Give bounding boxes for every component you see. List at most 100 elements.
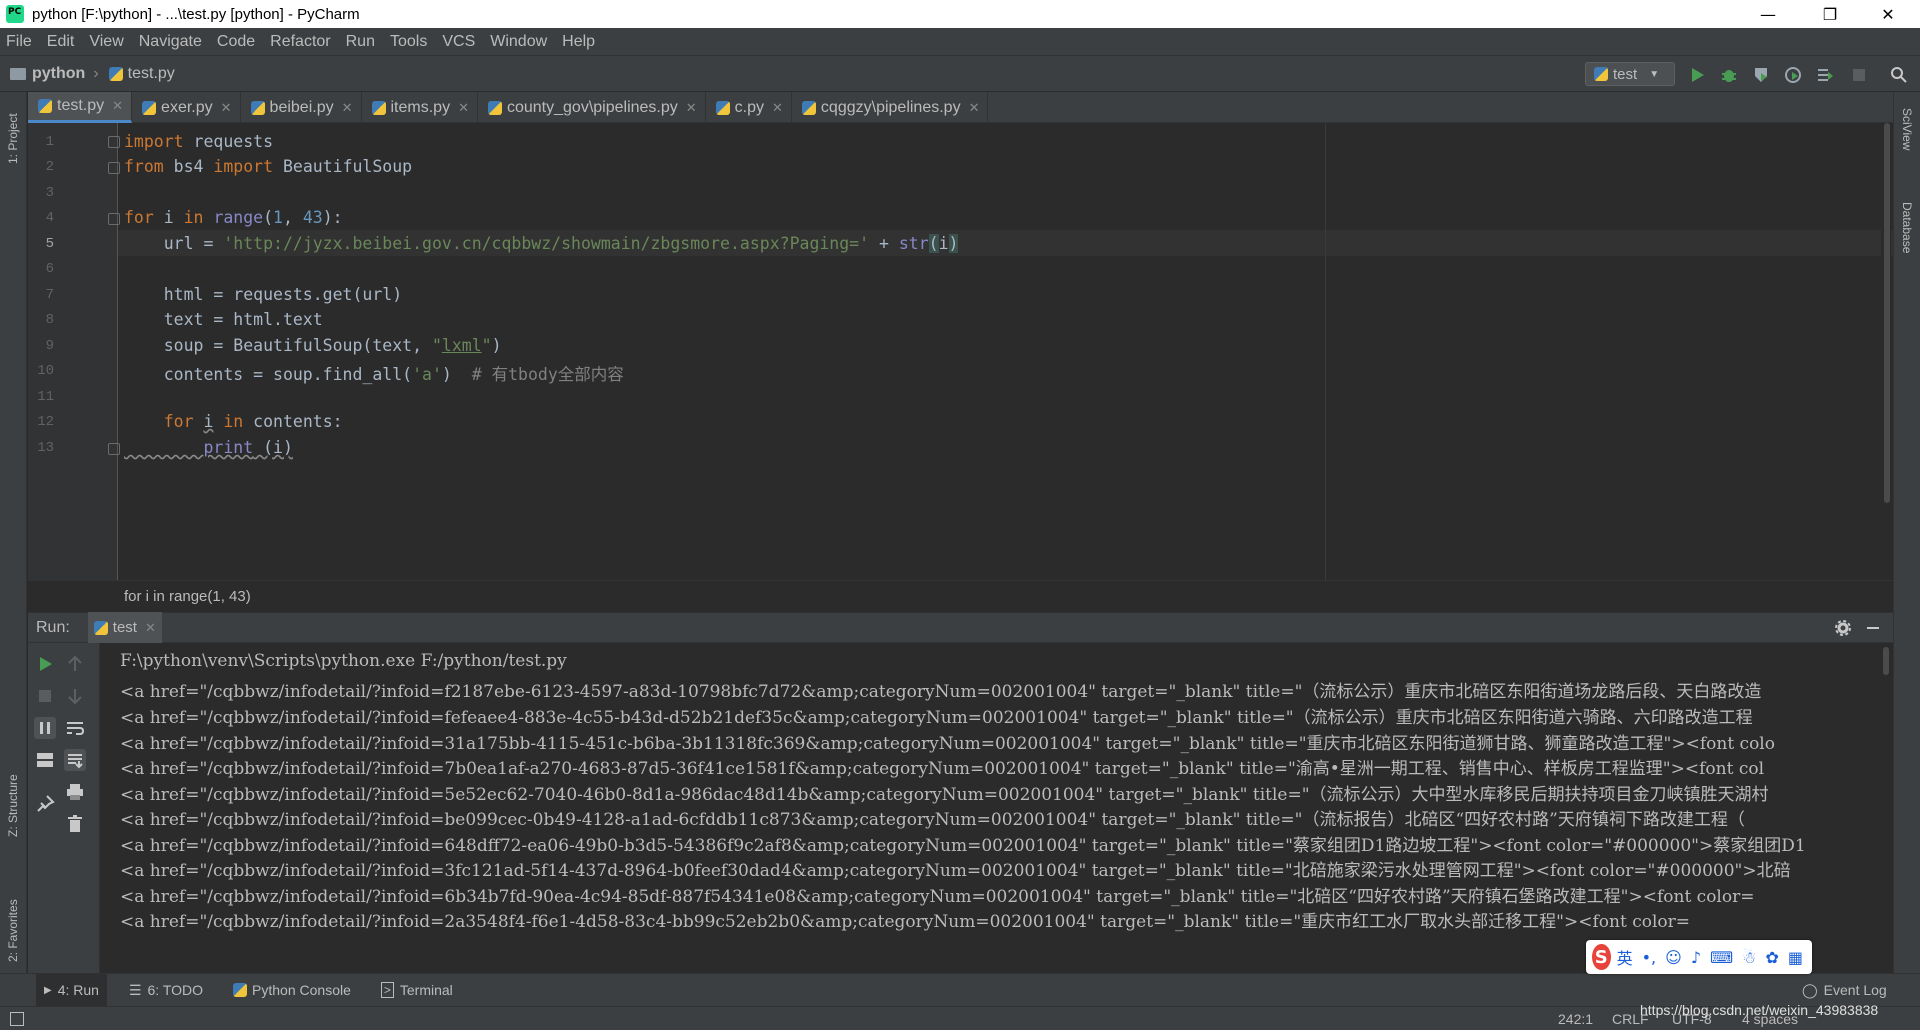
run-console[interactable]: F:\python\venv\Scripts\python.exe F:/pyt…	[100, 643, 1893, 973]
menu-edit[interactable]: Edit	[47, 33, 75, 51]
console-scrollbar[interactable]	[1881, 643, 1891, 973]
layout-icon[interactable]	[34, 749, 56, 771]
search-icon[interactable]	[1890, 66, 1908, 84]
close-tab-icon[interactable]: ✕	[969, 100, 980, 116]
coverage-icon[interactable]	[1752, 66, 1770, 84]
grid-icon[interactable]: ▦	[1788, 948, 1803, 967]
tab-python-console[interactable]: Python Console	[225, 974, 359, 1007]
close-tab-icon[interactable]: ✕	[342, 100, 353, 116]
navigation-bar: python › test.py test ▼	[0, 56, 1920, 92]
tab-todo[interactable]: ☰ 6: TODO	[121, 974, 211, 1007]
hide-panel-icon[interactable]	[1864, 619, 1882, 637]
emoji-icon[interactable]: ☺	[1665, 948, 1682, 967]
restore-button[interactable]: ❐	[1802, 0, 1858, 28]
menu-file[interactable]: File	[6, 33, 32, 51]
close-tab-icon[interactable]: ✕	[686, 100, 697, 116]
trash-icon[interactable]	[64, 813, 86, 835]
run-concurrency-icon[interactable]	[1816, 66, 1834, 84]
code-line: for i in contents:	[163, 412, 343, 431]
project-tool-button[interactable]: 1: Project	[6, 113, 20, 164]
breadcrumb-scope[interactable]: for i in range(1, 43)	[124, 588, 251, 605]
minimize-button[interactable]: —	[1740, 0, 1796, 28]
gear-icon[interactable]	[1834, 619, 1852, 637]
microphone-icon[interactable]: ♪	[1691, 948, 1701, 967]
tool-windows-toggle-icon[interactable]	[10, 1012, 24, 1026]
run-tab-test[interactable]: test ✕	[87, 612, 162, 643]
speech-bubble-icon: ◯	[1802, 981, 1818, 998]
menu-window[interactable]: Window	[490, 33, 547, 51]
menu-refactor[interactable]: Refactor	[270, 33, 330, 51]
status-bar: 242:1 CRLF UTF-8 4 spaces	[0, 1006, 1920, 1030]
user-icon[interactable]: ☃	[1742, 948, 1756, 967]
python-file-icon	[1594, 67, 1608, 81]
close-tab-icon[interactable]: ✕	[145, 620, 156, 636]
sciview-tool-button[interactable]: SciView	[1900, 108, 1914, 150]
scroll-to-end-icon[interactable]	[64, 749, 86, 771]
menu-vcs[interactable]: VCS	[442, 33, 475, 51]
code-editor[interactable]: 1 2 3 4 5 6 7 8 9 10 11 12 13 import req…	[28, 123, 1893, 580]
menu-tools[interactable]: Tools	[390, 33, 427, 51]
breadcrumb-project[interactable]: python ›	[10, 65, 99, 83]
favorites-tool-button[interactable]: 2: Favorites	[6, 899, 20, 962]
tab-label: cqggzy\pipelines.py	[820, 98, 961, 116]
pause-icon[interactable]	[34, 717, 56, 739]
print-icon[interactable]	[64, 781, 86, 803]
tab-exer-py[interactable]: exer.py ✕	[132, 92, 241, 123]
menu-navigate[interactable]: Navigate	[139, 33, 202, 51]
rerun-icon[interactable]	[34, 653, 56, 675]
stop-icon[interactable]	[34, 685, 56, 707]
skin-icon[interactable]: ✿	[1765, 948, 1778, 967]
close-button[interactable]: ✕	[1860, 0, 1916, 28]
console-output-line: <a href="/cqbbwz/infodetail/?infoid=31a1…	[120, 734, 1775, 754]
tab-label: county_gov\pipelines.py	[506, 98, 678, 116]
ime-logo[interactable]: S	[1592, 944, 1611, 970]
scrollbar-thumb[interactable]	[1884, 123, 1890, 503]
keyboard-icon[interactable]: ⌨	[1710, 948, 1733, 967]
ime-toolbar[interactable]: S 英 •, ☺ ♪ ⌨ ☃ ✿ ▦	[1586, 940, 1812, 974]
tab-label: Terminal	[399, 982, 453, 998]
file-name: test.py	[127, 64, 175, 82]
tab-cqggzy-pipelines[interactable]: cqggzy\pipelines.py ✕	[792, 92, 989, 123]
up-arrow-icon[interactable]	[64, 653, 86, 675]
menu-view[interactable]: View	[89, 33, 123, 51]
ime-language[interactable]: 英	[1617, 945, 1633, 969]
tab-terminal[interactable]: > Terminal	[373, 974, 461, 1007]
ime-punctuation[interactable]: •,	[1642, 948, 1657, 967]
close-tab-icon[interactable]: ✕	[772, 100, 783, 116]
menu-run[interactable]: Run	[346, 33, 375, 51]
run-config-dropdown[interactable]: test ▼	[1585, 62, 1675, 86]
debug-icon[interactable]	[1720, 66, 1738, 84]
fold-marker-icon[interactable]	[108, 443, 120, 455]
editor-scrollbar[interactable]	[1881, 123, 1891, 580]
stop-icon[interactable]	[1850, 66, 1868, 84]
profile-icon[interactable]	[1784, 66, 1802, 84]
tab-items-py[interactable]: items.py ✕	[362, 92, 478, 123]
close-tab-icon[interactable]: ✕	[112, 98, 123, 114]
close-tab-icon[interactable]: ✕	[221, 100, 232, 116]
tab-county-gov-pipelines[interactable]: county_gov\pipelines.py ✕	[478, 92, 706, 123]
tab-test-py[interactable]: test.py ✕	[28, 92, 133, 123]
python-file-icon	[487, 100, 502, 115]
console-output-line: <a href="/cqbbwz/infodetail/?infoid=f218…	[120, 682, 1762, 702]
soft-wrap-icon[interactable]	[64, 717, 86, 739]
fold-marker-icon[interactable]	[108, 162, 120, 174]
list-icon: ☰	[128, 981, 142, 998]
run-icon[interactable]	[1688, 66, 1706, 84]
pin-icon[interactable]	[34, 793, 56, 815]
scrollbar-thumb[interactable]	[1883, 647, 1889, 675]
down-arrow-icon[interactable]	[64, 685, 86, 707]
tab-run[interactable]: ▶ 4: Run	[36, 973, 107, 1007]
caret-position[interactable]: 242:1	[1558, 1011, 1593, 1027]
tab-beibei-py[interactable]: beibei.py ✕	[241, 92, 362, 123]
fold-marker-icon[interactable]	[108, 213, 120, 225]
line-number: 8	[45, 312, 54, 328]
breadcrumb-file[interactable]: test.py	[108, 64, 175, 83]
fold-marker-icon[interactable]	[108, 136, 120, 148]
database-tool-button[interactable]: Database	[1900, 202, 1914, 253]
editor-breadcrumb[interactable]: for i in range(1, 43)	[28, 580, 1893, 612]
tab-c-py[interactable]: c.py ✕	[706, 92, 792, 123]
menu-help[interactable]: Help	[562, 33, 595, 51]
structure-tool-button[interactable]: Z: Structure	[6, 774, 20, 837]
menu-code[interactable]: Code	[217, 33, 255, 51]
close-tab-icon[interactable]: ✕	[458, 100, 469, 116]
